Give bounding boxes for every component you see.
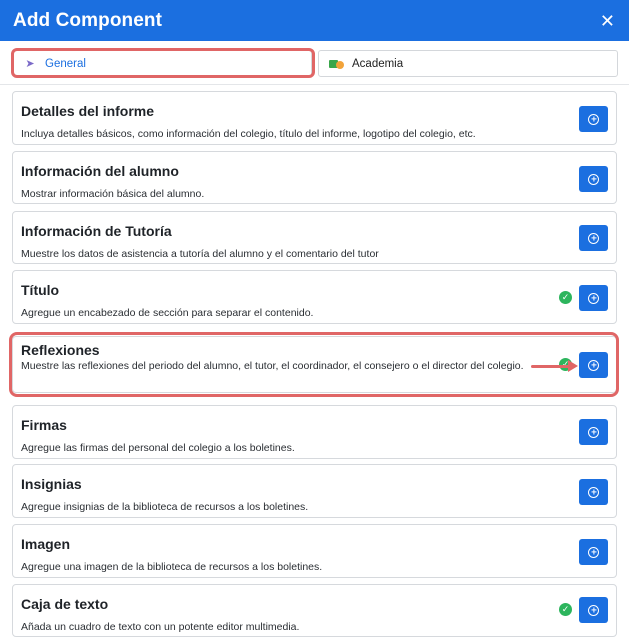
plus-circle-icon — [588, 604, 599, 616]
add-component-button[interactable] — [579, 106, 608, 132]
component-title: Caja de texto — [21, 596, 109, 612]
component-description: Agregue una imagen de la biblioteca de r… — [21, 561, 323, 573]
tab-academia[interactable]: Academia — [318, 50, 618, 77]
add-component-button[interactable] — [579, 352, 608, 378]
component-title: Reflexiones — [21, 342, 100, 358]
rocket-icon: ➤ — [25, 58, 35, 70]
add-component-button[interactable] — [579, 166, 608, 192]
annotation-arrow-head — [568, 360, 578, 372]
component-title: Detalles del informe — [21, 103, 155, 119]
component-title: Información del alumno — [21, 163, 179, 179]
component-title: Firmas — [21, 417, 67, 433]
annotation-arrow — [531, 365, 571, 368]
tab-general[interactable]: ➤ General — [12, 50, 312, 77]
component-description: Muestre los datos de asistencia a tutorí… — [21, 248, 379, 260]
plus-circle-icon — [588, 426, 599, 438]
add-component-button[interactable] — [579, 225, 608, 251]
add-component-button[interactable] — [579, 419, 608, 445]
component-title: Insignias — [21, 476, 82, 492]
component-description: Incluya detalles básicos, como informaci… — [21, 128, 476, 140]
plus-circle-icon — [588, 173, 599, 185]
component-description: Mostrar información básica del alumno. — [21, 188, 205, 200]
component-card-caja-texto: Caja de texto Añada un cuadro de texto c… — [12, 584, 617, 637]
add-component-button[interactable] — [579, 479, 608, 505]
plus-circle-icon — [588, 232, 599, 244]
add-component-button[interactable] — [579, 539, 608, 565]
component-description: Añada un cuadro de texto con un potente … — [21, 621, 300, 633]
component-card-reflexiones: Reflexiones Muestre las reflexiones del … — [12, 336, 617, 393]
component-card-tutoria: Información de Tutoría Muestre los datos… — [12, 211, 617, 264]
tab-bar: ➤ General Academia — [12, 50, 618, 77]
component-title: Título — [21, 282, 60, 298]
dialog-title: Add Component — [13, 9, 163, 31]
component-card-titulo: Título Agregue un encabezado de sección … — [12, 270, 617, 324]
component-description: Agregue un encabezado de sección para se… — [21, 307, 314, 319]
plus-circle-icon — [588, 359, 599, 371]
component-description: Agregue las firmas del personal del cole… — [21, 442, 295, 454]
tab-academia-label: Academia — [352, 57, 404, 70]
component-card-imagen: Imagen Agregue una imagen de la bibliote… — [12, 524, 617, 578]
component-description: Muestre las reflexiones del periodo del … — [21, 360, 524, 372]
divider — [0, 84, 629, 85]
component-card-firmas: Firmas Agregue las firmas del personal d… — [12, 405, 617, 459]
added-check-icon: ✓ — [559, 603, 572, 616]
academia-icon — [329, 59, 345, 69]
plus-circle-icon — [588, 292, 599, 304]
add-component-button[interactable] — [579, 597, 608, 623]
component-description: Agregue insignias de la biblioteca de re… — [21, 501, 309, 513]
added-check-icon: ✓ — [559, 291, 572, 304]
close-icon[interactable]: ✕ — [600, 12, 615, 30]
component-title: Imagen — [21, 536, 71, 552]
component-card-insignias: Insignias Agregue insignias de la biblio… — [12, 464, 617, 518]
plus-circle-icon — [588, 546, 599, 558]
plus-circle-icon — [588, 113, 599, 125]
component-title: Información de Tutoría — [21, 223, 172, 239]
component-card-alumno: Información del alumno Mostrar informaci… — [12, 151, 617, 204]
plus-circle-icon — [588, 486, 599, 498]
tab-general-label: General — [45, 57, 86, 70]
component-card-detalles: Detalles del informe Incluya detalles bá… — [12, 91, 617, 145]
dialog-titlebar: Add Component ✕ — [0, 0, 629, 41]
add-component-button[interactable] — [579, 285, 608, 311]
